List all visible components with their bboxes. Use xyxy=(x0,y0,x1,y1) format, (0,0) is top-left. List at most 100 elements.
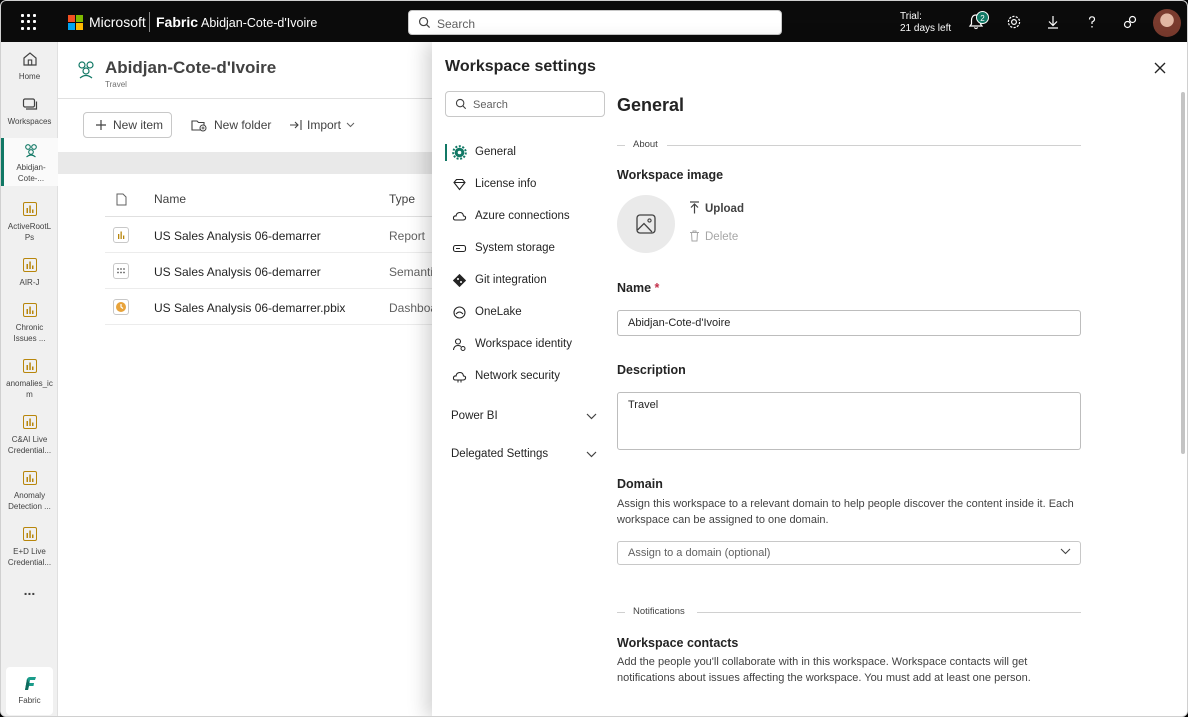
rail-item-label: Anomaly Detection ... xyxy=(8,491,51,511)
app-launcher-icon[interactable] xyxy=(21,14,37,30)
settings-scrollbar[interactable] xyxy=(1181,92,1185,454)
workspace-description-textarea[interactable]: Travel xyxy=(617,392,1081,450)
about-section-divider: About xyxy=(617,138,1081,152)
workspace-view: Abidjan-Cote-d'Ivoire Travel New item Ne… xyxy=(58,42,438,716)
workspace-settings-panel: Workspace settings Search General Licens… xyxy=(432,42,1187,716)
settings-nav-git-integration[interactable]: Git integration xyxy=(445,271,605,291)
description-label: Description xyxy=(617,363,686,377)
settings-nav-network-security[interactable]: Network security xyxy=(445,367,605,387)
more-icon[interactable]: ... xyxy=(1,583,58,597)
settings-search-input[interactable]: Search xyxy=(445,91,605,117)
image-icon xyxy=(636,214,656,234)
workspace-people-icon xyxy=(78,61,94,79)
global-search-input[interactable]: Search xyxy=(408,10,782,35)
brand-name[interactable]: Microsoft xyxy=(89,14,146,30)
chevron-down-icon xyxy=(1060,548,1071,555)
help-icon[interactable] xyxy=(1083,13,1101,31)
section-label: About xyxy=(633,139,658,150)
rail-item-anomaly-detection[interactable]: Anomaly Detection ... xyxy=(1,469,58,512)
settings-group-delegated-settings[interactable]: Delegated Settings xyxy=(451,448,597,468)
git-icon xyxy=(452,273,467,288)
brand-separator xyxy=(149,12,150,32)
workspace-title: Abidjan-Cote-d'Ivoire xyxy=(105,58,277,77)
settings-nav-label: System storage xyxy=(475,242,555,254)
workspace-breadcrumb[interactable]: Abidjan-Cote-d'Ivoire xyxy=(201,16,317,30)
rail-item-label: Workspaces xyxy=(7,117,52,126)
column-header-name[interactable]: Name xyxy=(154,192,186,206)
rail-item-ed-live-credential[interactable]: E+D Live Credential... xyxy=(1,525,58,568)
workspace-contacts-label: Workspace contacts xyxy=(617,636,739,650)
settings-nav-license-info[interactable]: License info xyxy=(445,175,605,195)
item-name[interactable]: US Sales Analysis 06-demarrer.pbix xyxy=(154,301,345,315)
filter-band xyxy=(58,152,438,174)
diamond-icon xyxy=(453,178,466,191)
report-icon xyxy=(22,359,37,373)
import-button[interactable]: Import xyxy=(289,112,355,138)
section-label: Notifications xyxy=(633,606,685,617)
rail-item-activerootlps[interactable]: ActiveRootLPs xyxy=(1,200,58,243)
close-icon[interactable] xyxy=(1152,60,1168,76)
delete-image-button[interactable]: Delete xyxy=(689,230,738,243)
column-header-type[interactable]: Type xyxy=(389,192,415,206)
settings-nav-label: OneLake xyxy=(475,306,522,318)
fabric-switcher[interactable]: Fabric xyxy=(6,667,53,715)
new-folder-button[interactable]: New folder xyxy=(191,112,271,138)
select-placeholder: Assign to a domain (optional) xyxy=(628,547,771,559)
settings-nav-system-storage[interactable]: System storage xyxy=(445,239,605,259)
storage-icon xyxy=(452,244,467,253)
upload-label: Upload xyxy=(705,203,744,215)
chevron-down-icon xyxy=(586,451,597,458)
share-feedback-icon[interactable] xyxy=(1121,13,1139,31)
item-name[interactable]: US Sales Analysis 06-demarrer xyxy=(154,229,321,243)
gear-icon[interactable] xyxy=(1005,13,1023,31)
table-row[interactable]: US Sales Analysis 06-demarrer.pbix Dashb… xyxy=(105,289,438,325)
gear-icon xyxy=(452,145,467,160)
settings-group-power-bi[interactable]: Power BI xyxy=(451,410,597,430)
search-placeholder: Search xyxy=(437,17,476,31)
item-name[interactable]: US Sales Analysis 06-demarrer xyxy=(154,265,321,279)
rail-item-anomalies-icm[interactable]: anomalies_icm xyxy=(1,357,58,400)
rail-item-cai-live-credential[interactable]: C&AI Live Credential... xyxy=(1,413,58,456)
settings-nav-workspace-identity[interactable]: Workspace identity xyxy=(445,335,605,355)
upload-image-button[interactable]: Upload xyxy=(689,201,744,215)
new-item-label: New item xyxy=(113,118,164,132)
rail-item-label: ActiveRootLPs xyxy=(7,222,52,242)
general-settings-content: General About Workspace image Upload Del… xyxy=(617,42,1082,716)
trial-status[interactable]: Trial: 21 days left xyxy=(900,11,951,35)
settings-nav-label: License info xyxy=(475,178,537,190)
download-icon[interactable] xyxy=(1044,13,1062,31)
required-marker: * xyxy=(654,281,660,295)
settings-nav-onelake[interactable]: OneLake xyxy=(445,303,605,323)
workspace-name-input[interactable]: Abidjan-Cote-d'Ivoire xyxy=(617,310,1081,336)
table-row[interactable]: US Sales Analysis 06-demarrer Semantic m… xyxy=(105,253,438,289)
identity-icon xyxy=(452,338,466,351)
rail-item-chronic-issues[interactable]: Chronic Issues ... xyxy=(1,301,58,344)
settings-nav-azure-connections[interactable]: Azure connections xyxy=(445,207,605,227)
rail-item-home[interactable]: Home xyxy=(1,50,58,82)
semantic-model-icon xyxy=(113,263,129,279)
domain-select[interactable]: Assign to a domain (optional) xyxy=(617,541,1081,565)
report-icon xyxy=(113,227,129,243)
settings-nav-label: Workspace identity xyxy=(475,338,572,350)
table-row[interactable]: US Sales Analysis 06-demarrer Report xyxy=(105,217,438,253)
textarea-value: Travel xyxy=(628,399,659,411)
settings-nav-label: Azure connections xyxy=(475,210,570,222)
item-type: Semantic model xyxy=(389,265,438,279)
product-name[interactable]: Fabric xyxy=(156,14,198,30)
rail-item-current-workspace[interactable]: Abidjan-Cote-... xyxy=(1,138,58,186)
rail-item-workspaces[interactable]: Workspaces xyxy=(1,95,58,127)
delete-label: Delete xyxy=(705,231,739,243)
settings-nav-general[interactable]: General xyxy=(445,143,605,163)
domain-label: Domain xyxy=(617,477,663,491)
trial-label: Trial: xyxy=(900,11,922,22)
left-nav-rail: Home Workspaces Abidjan-Cote-... ActiveR… xyxy=(1,42,58,716)
rail-item-air-j[interactable]: AIR-J xyxy=(1,256,58,288)
app-window: Microsoft Fabric Abidjan-Cote-d'Ivoire S… xyxy=(0,0,1188,717)
onelake-icon xyxy=(453,306,466,319)
search-icon xyxy=(455,98,467,110)
settings-group-label: Power BI xyxy=(451,410,498,422)
new-item-button[interactable]: New item xyxy=(83,112,172,138)
user-avatar[interactable] xyxy=(1153,9,1181,37)
new-folder-label: New folder xyxy=(214,118,272,132)
dashboard-icon xyxy=(113,299,129,315)
